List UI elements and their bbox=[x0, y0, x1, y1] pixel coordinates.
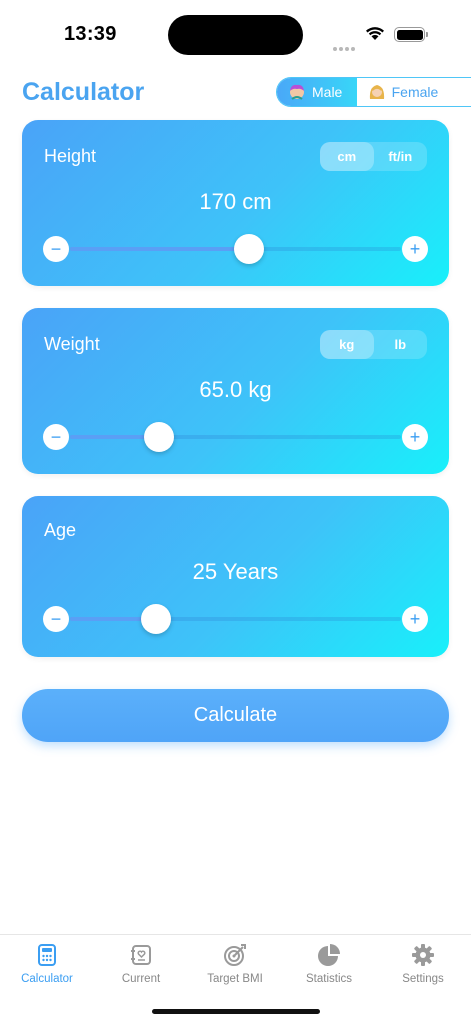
calculate-button[interactable]: Calculate bbox=[22, 689, 449, 742]
gender-male-option[interactable]: Male bbox=[277, 78, 357, 106]
tab-settings-label: Settings bbox=[402, 973, 444, 985]
pie-chart-icon bbox=[318, 944, 340, 966]
female-avatar-icon bbox=[369, 85, 384, 99]
height-unit-toggle: cm ft/in bbox=[320, 142, 427, 171]
gender-male-label: Male bbox=[312, 84, 343, 100]
gender-female-option[interactable]: Female bbox=[357, 78, 471, 106]
status-time: 13:39 bbox=[64, 23, 117, 45]
weight-label: Weight bbox=[44, 334, 100, 354]
unit-lb-option[interactable]: lb bbox=[374, 330, 428, 359]
male-avatar-icon bbox=[290, 84, 304, 100]
tab-current-label: Current bbox=[121, 973, 161, 985]
tab-target-bmi-label: Target BMI bbox=[207, 973, 263, 985]
battery-icon bbox=[394, 27, 425, 42]
tab-statistics[interactable]: Statistics bbox=[282, 943, 376, 985]
current-icon bbox=[131, 945, 151, 965]
unit-ftin-option[interactable]: ft/in bbox=[374, 142, 428, 171]
battery-tip bbox=[426, 32, 428, 37]
height-decrease-button[interactable]: − bbox=[43, 236, 69, 262]
age-slider-thumb[interactable] bbox=[141, 604, 172, 634]
tab-settings[interactable]: Settings bbox=[376, 943, 470, 985]
page-title: Calculator bbox=[22, 78, 145, 106]
age-slider-track[interactable] bbox=[70, 617, 401, 621]
height-value: 170 cm bbox=[199, 189, 272, 214]
tab-current[interactable]: Current bbox=[94, 943, 188, 985]
weight-card: Weight kg lb 65.0 kg − + bbox=[22, 308, 449, 474]
status-bar: 13:39 bbox=[0, 0, 471, 70]
dynamic-island bbox=[168, 15, 303, 55]
height-label: Height bbox=[44, 146, 97, 166]
age-label: Age bbox=[44, 520, 77, 540]
unit-kg-option[interactable]: kg bbox=[320, 330, 374, 359]
tab-calculator-label: Calculator bbox=[21, 973, 73, 985]
home-indicator bbox=[152, 1009, 320, 1014]
wifi-icon bbox=[366, 27, 384, 40]
cellular-signal-icon bbox=[333, 38, 357, 51]
weight-slider-track[interactable] bbox=[70, 435, 401, 439]
gear-icon bbox=[412, 944, 434, 966]
height-increase-button[interactable]: + bbox=[402, 236, 428, 262]
height-slider-thumb[interactable] bbox=[233, 234, 264, 264]
age-increase-button[interactable]: + bbox=[402, 606, 428, 632]
weight-unit-toggle: kg lb bbox=[320, 330, 427, 359]
weight-increase-button[interactable]: + bbox=[402, 424, 428, 450]
weight-value: 65.0 kg bbox=[199, 377, 272, 402]
age-decrease-button[interactable]: − bbox=[43, 606, 69, 632]
weight-slider-thumb[interactable] bbox=[144, 422, 175, 452]
tab-statistics-label: Statistics bbox=[305, 973, 352, 985]
target-icon bbox=[224, 944, 246, 966]
age-card: Age 25 Years − + bbox=[22, 496, 449, 657]
calculator-icon bbox=[38, 944, 56, 966]
age-value: 25 Years bbox=[192, 559, 279, 584]
unit-cm-option[interactable]: cm bbox=[320, 142, 374, 171]
gender-toggle: Male Female bbox=[276, 77, 471, 107]
height-slider-fill bbox=[70, 247, 249, 251]
tab-target-bmi[interactable]: Target BMI bbox=[188, 943, 282, 985]
tab-calculator[interactable]: Calculator bbox=[0, 943, 94, 985]
weight-decrease-button[interactable]: − bbox=[43, 424, 69, 450]
gender-female-label: Female bbox=[391, 84, 439, 100]
height-card: Height cm ft/in 170 cm − + bbox=[22, 120, 449, 286]
